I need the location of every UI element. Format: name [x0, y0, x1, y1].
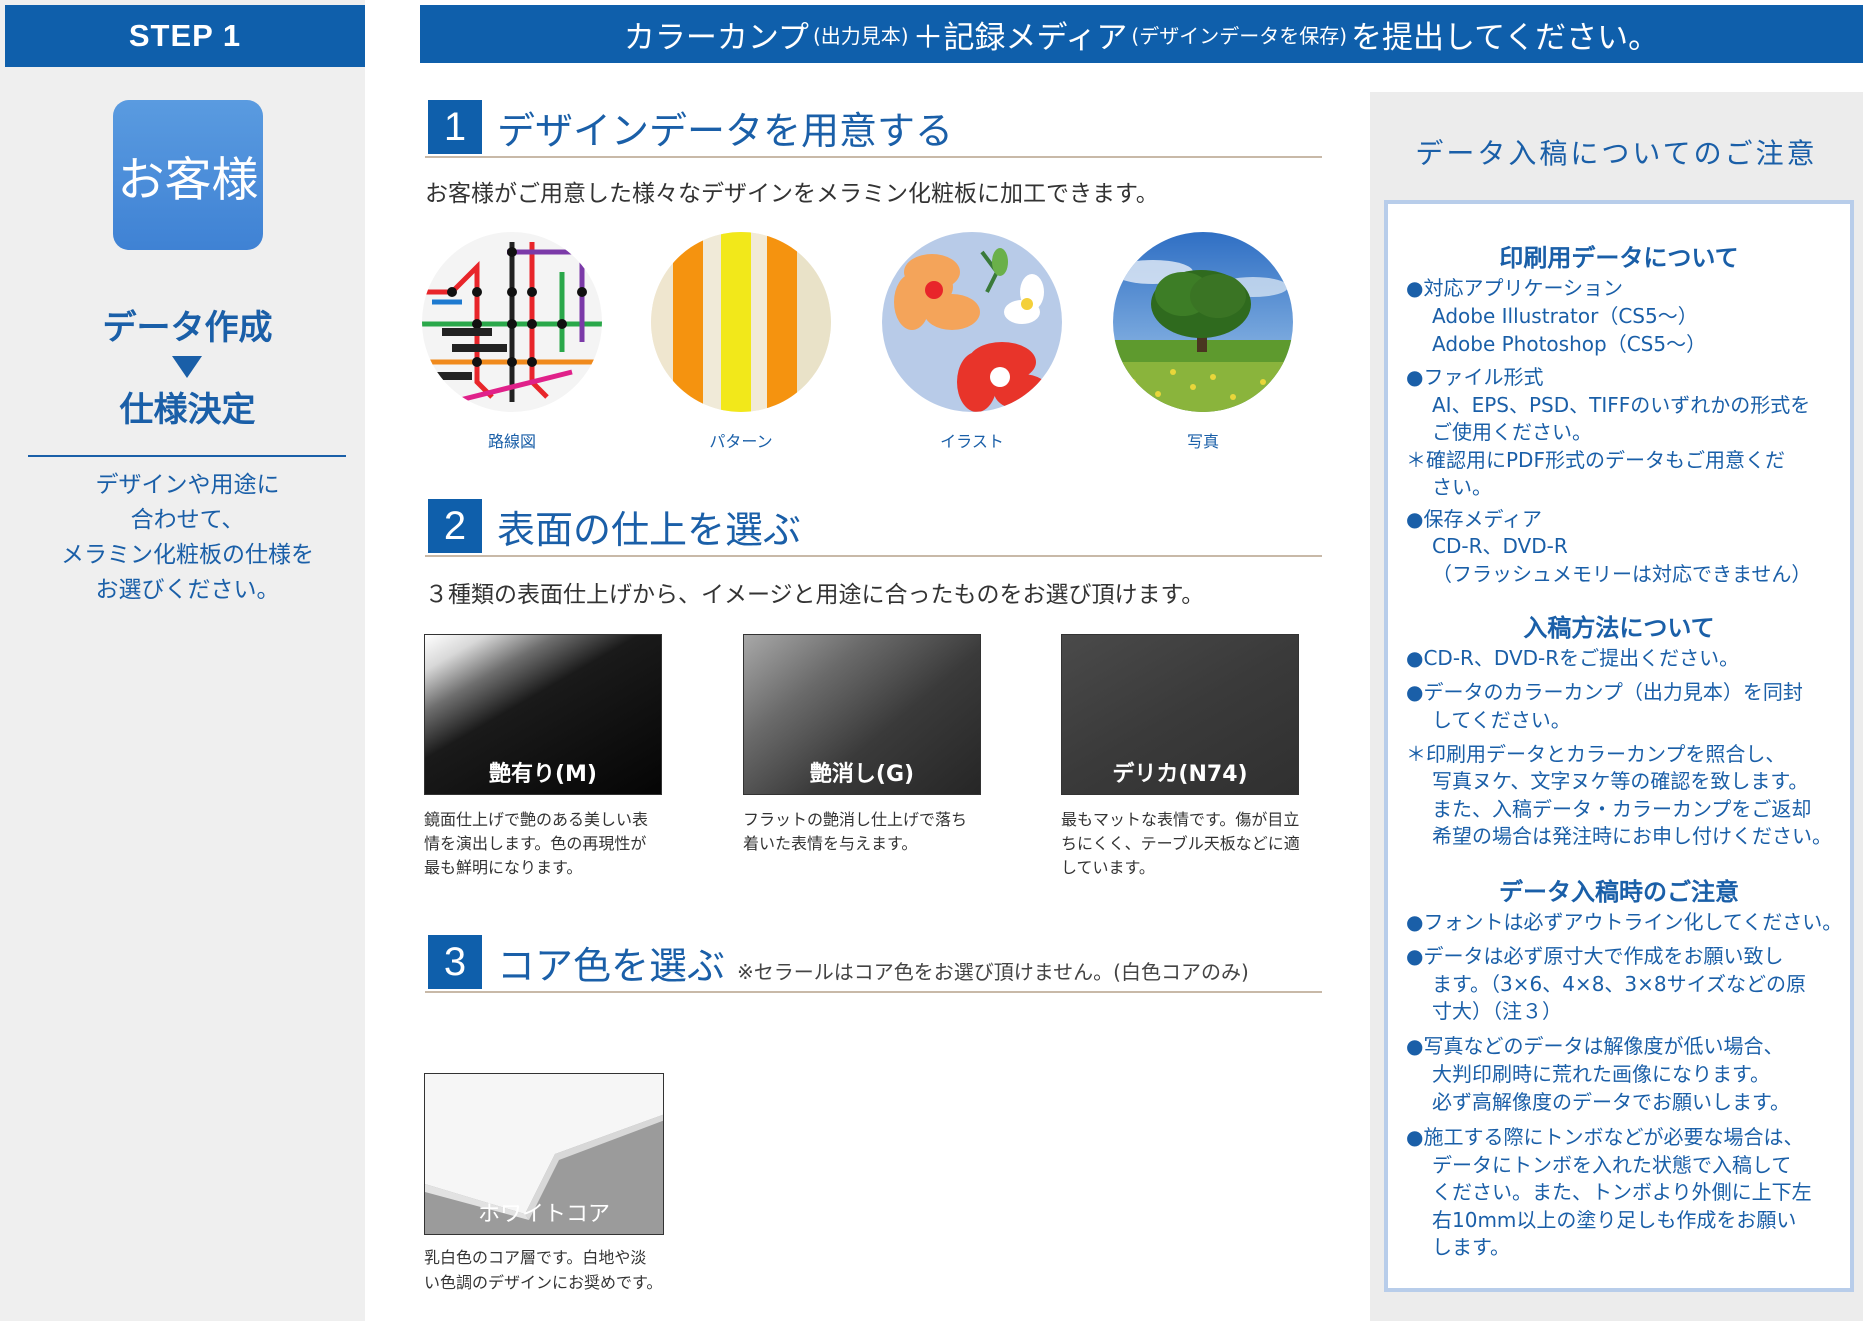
white-core-desc: 乳白色のコア層です。白地や淡 い色調のデザインにお奨めです。 — [424, 1248, 663, 1292]
divider — [28, 455, 346, 457]
route-map-label: 路線図 — [487, 432, 536, 451]
note-line: （フラッシュメモリーは対応できません） — [1432, 562, 1812, 586]
finish-glossy-swatch: 艶有り(M) — [424, 634, 662, 795]
pattern-label: パターン — [709, 432, 773, 451]
note-line: AI、EPS、PSD、TIFFのいずれかの形式を — [1432, 393, 1811, 417]
note-line: ●ファイル形式 — [1406, 365, 1544, 389]
section1-number: 1 — [428, 100, 482, 154]
top-banner: カラーカンプ (出力見本) ＋ 記録メディア (デザインデータを保存) を提出し… — [420, 5, 1863, 63]
white-core-label: ホワイトコア — [477, 1202, 610, 1227]
finish-matte-label: 艶消し(G) — [809, 762, 915, 787]
section3-note: ※セラールはコア色をお選び頂けません。(白色コアのみ) — [737, 960, 1249, 984]
section3-number: 3 — [428, 935, 482, 989]
submission-caution-heading: データ入稿時のご注意 — [1499, 878, 1739, 906]
finish-matte-desc: フラットの艶消し仕上げで落ち 着いた表情を与えます。 — [743, 810, 968, 853]
note-line: Adobe Photoshop（CS5〜） — [1432, 332, 1707, 356]
data-notes-panel: データ入稿についてのご注意 印刷用データについて ●対応アプリケーション Ado… — [1370, 92, 1863, 1321]
stripe-pattern-image — [651, 232, 831, 412]
banner-part1-note: (出力見本) — [812, 23, 909, 48]
note-line: また、入稿データ・カラーカンプをご返却 — [1432, 797, 1812, 821]
banner-part3: を提出してください。 — [1351, 19, 1660, 56]
customer-box: お客様 — [113, 100, 263, 250]
note-line: 寸大）（注３） — [1432, 999, 1562, 1023]
note-line: ＊印刷用データとカラーカンプを照合し、 — [1406, 742, 1786, 766]
note-line: 必ず高解像度のデータでお願いします。 — [1432, 1090, 1790, 1114]
note-line: ●対応アプリケーション — [1406, 276, 1624, 300]
note-line: ご使用ください。 — [1432, 420, 1592, 444]
finish-glossy-label: 艶有り(M) — [488, 762, 597, 787]
route-map-image — [422, 232, 602, 412]
note-line: ●CD-R、DVD-Rをご提出ください。 — [1406, 646, 1740, 670]
section2-number: 2 — [428, 499, 482, 553]
tree-photo-image — [1113, 232, 1293, 412]
photo-label: 写真 — [1186, 432, 1219, 451]
banner-part1: カラーカンプ — [623, 19, 809, 56]
notes-title: データ入稿についてのご注意 — [1415, 137, 1818, 170]
note-line: ＊確認用にPDF形式のデータもご用意くだ — [1406, 448, 1785, 472]
flow-spec-decision: 仕様決定 — [119, 390, 256, 430]
section1-header: 1 デザインデータを用意する — [425, 98, 1322, 158]
down-arrow-icon — [172, 356, 202, 378]
section2-title: 表面の仕上を選ぶ — [497, 508, 802, 552]
finish-delica-swatch: デリカ(N74) — [1061, 634, 1299, 795]
note-line: ●施工する際にトンボなどが必要な場合は、 — [1406, 1125, 1804, 1149]
flower-illustration-image — [882, 232, 1062, 412]
note-line: データにトンボを入れた状態で入稿して — [1432, 1153, 1792, 1177]
left-description: デザインや用途に 合わせて、 メラミン化粧板の仕様を お選びください。 — [61, 472, 314, 603]
finish-delica-label: デリカ(N74) — [1112, 762, 1248, 787]
note-line: 大判印刷時に荒れた画像になります。 — [1432, 1062, 1770, 1086]
note-line: さい。 — [1432, 475, 1492, 499]
section3-title: コア色を選ぶ — [497, 944, 726, 988]
finish-matte-swatch: 艶消し(G) — [743, 634, 981, 795]
note-line: します。 — [1432, 1235, 1510, 1259]
notes-box: 印刷用データについて ●対応アプリケーション Adobe Illustrator… — [1384, 200, 1854, 1292]
step-label: STEP 1 — [5, 5, 365, 67]
banner-part2: 記録メディア — [943, 19, 1128, 56]
submission-heading: 入稿方法について — [1523, 614, 1715, 642]
note-line: 写真ヌケ、文字ヌケ等の確認を致します。 — [1432, 769, 1809, 793]
section3-header: 3 コア色を選ぶ ※セラールはコア色をお選び頂けません。(白色コアのみ) — [425, 933, 1322, 993]
section1-text: お客様がご用意した様々なデザインをメラミン化粧板に加工できます。 — [425, 181, 1159, 207]
finish-glossy-desc: 鏡面仕上げで艶のある美しい表 情を演出します。色の再現性が 最も鮮明になります。 — [424, 810, 649, 877]
note-line: 右10mm以上の塗り足しも作成をお願い — [1432, 1208, 1797, 1232]
section2-text: ３種類の表面仕上げから、イメージと用途に合ったものをお選び頂けます。 — [425, 582, 1205, 608]
banner-part2-note: (デザインデータを保存) — [1131, 23, 1347, 48]
note-line: ●データは必ず原寸大で作成をお願い致し — [1406, 944, 1784, 968]
flow-data-creation: データ作成 — [102, 308, 273, 348]
note-line: ください。また、トンボより外側に上下左 — [1432, 1180, 1812, 1204]
note-line: ●写真などのデータは解像度が低い場合、 — [1406, 1034, 1784, 1058]
left-column: STEP 1 お客様 データ作成 仕様決定 デザインや用途に 合わせて、 メラミ… — [0, 0, 365, 1321]
print-data-heading: 印刷用データについて — [1499, 244, 1739, 272]
note-line: CD-R、DVD-R — [1432, 534, 1568, 558]
note-line: ●フォントは必ずアウトライン化してください。 — [1406, 910, 1843, 934]
section3-title-row: コア色を選ぶ ※セラールはコア色をお選び頂けません。(白色コアのみ) — [497, 935, 1249, 990]
finish-delica-desc: 最もマットな表情です。傷が目立 ちにくく、テーブル天板などに適 しています。 — [1061, 810, 1300, 877]
note-line: 希望の場合は発注時にお申し付けください。 — [1432, 824, 1832, 848]
section1-title: デザインデータを用意する — [497, 109, 954, 153]
note-line: ます。（3×6、4×8、3×8サイズなどの原 — [1432, 972, 1807, 996]
white-core-swatch: ホワイトコア — [424, 1073, 664, 1235]
note-line: してください。 — [1432, 708, 1571, 732]
note-line: Adobe Illustrator（CS5〜） — [1432, 304, 1698, 328]
banner-plus: ＋ — [912, 19, 944, 56]
note-line: ●データのカラーカンプ（出力見本）を同封 — [1406, 680, 1803, 704]
note-line: ●保存メディア — [1406, 507, 1543, 531]
section2-header: 2 表面の仕上を選ぶ — [425, 497, 1322, 557]
illustration-label: イラスト — [940, 432, 1004, 451]
